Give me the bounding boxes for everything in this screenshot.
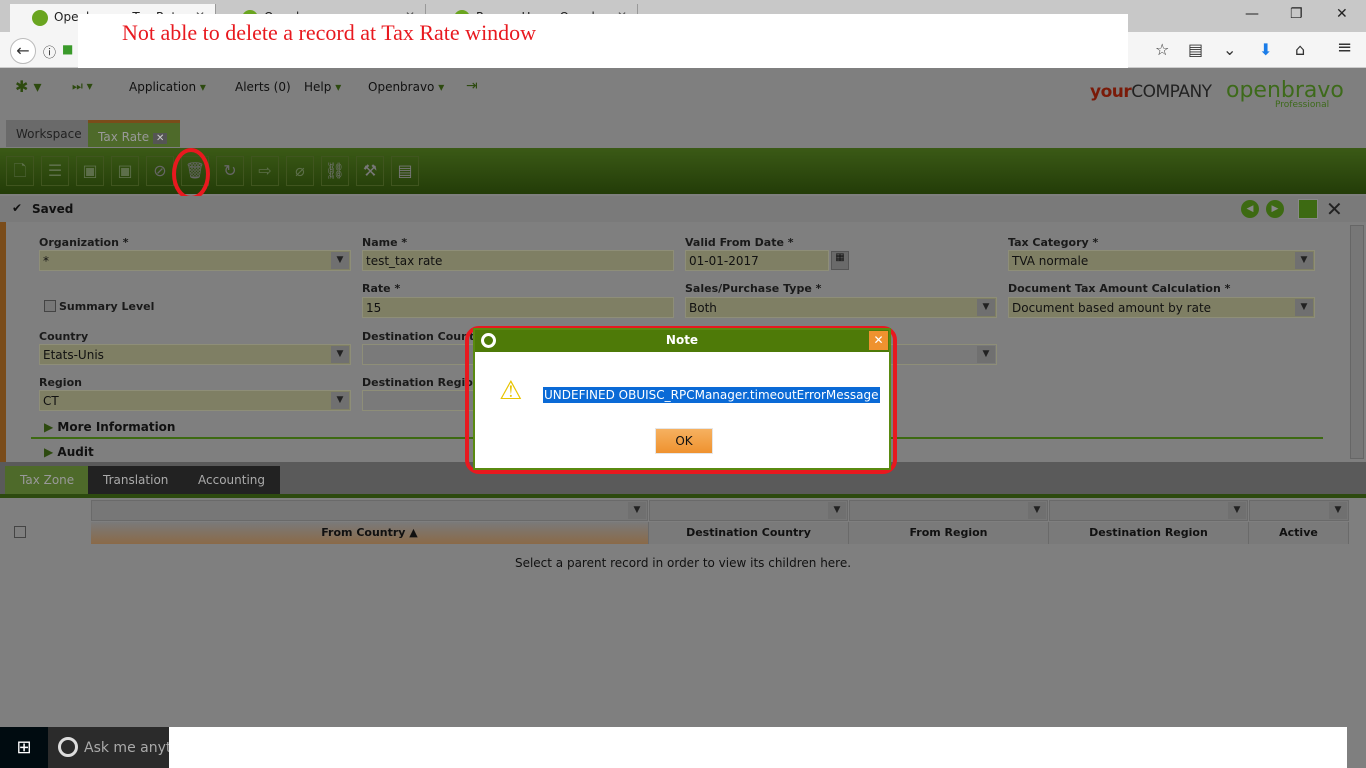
company-logo: yourCOMPANY <box>1090 82 1212 102</box>
star-icon[interactable]: ☆ <box>1155 40 1169 59</box>
select-all-checkbox[interactable] <box>14 526 26 538</box>
download-icon[interactable]: ⬇ <box>1259 40 1272 59</box>
restore-icon[interactable]: ❐ <box>1290 6 1303 22</box>
pocket-icon[interactable]: ⌄ <box>1223 40 1236 59</box>
windows-start-icon[interactable]: ⊞ <box>0 727 48 768</box>
column-active[interactable]: Active <box>1249 522 1349 544</box>
rate-label: Rate * <box>362 282 401 295</box>
organization-label: Organization * <box>39 236 129 249</box>
menu-icon[interactable]: ≡ <box>1337 37 1352 58</box>
close-dialog-icon[interactable]: ✕ <box>869 331 888 350</box>
taskbar-search[interactable]: Ask me anything <box>84 740 169 756</box>
summary-level-label: Summary Level <box>59 300 155 313</box>
tab-tax-rate[interactable]: Tax Rate ✕ <box>88 120 180 147</box>
logout-icon[interactable]: ⇥ <box>466 78 478 94</box>
tax-category-select[interactable]: TVA normale ▼ <box>1008 250 1315 271</box>
status-text: Saved <box>32 202 74 216</box>
blank-area <box>169 727 1347 768</box>
info-icon[interactable]: ⓘ <box>43 42 56 61</box>
menu-openbravo[interactable]: Openbravo ▾ <box>368 80 444 94</box>
filter-destination-region[interactable]: ▼ <box>1049 500 1248 521</box>
reading-list-icon[interactable]: ▤ <box>1188 40 1203 59</box>
next-record-icon[interactable]: ▶ <box>1266 200 1284 218</box>
filter-destination-country[interactable]: ▼ <box>649 500 848 521</box>
tab-accounting[interactable]: Accounting <box>183 466 281 494</box>
note-dialog: Note ✕ ⚠ UNDEFINED OBUISC_RPCManager.tim… <box>473 328 891 470</box>
link-icon[interactable]: ⛓ <box>321 156 349 186</box>
organization-select[interactable]: * ▼ <box>39 250 351 271</box>
sales-purchase-select[interactable]: Both ▼ <box>685 297 997 318</box>
warning-icon: ⚠ <box>499 376 523 406</box>
valid-from-input[interactable]: 01-01-2017 <box>685 250 829 271</box>
region-select[interactable]: CT ▼ <box>39 390 351 411</box>
more-information-section[interactable]: ▶ More Information <box>44 420 175 434</box>
filter-from-country[interactable]: ▼ <box>91 500 648 521</box>
undo-icon[interactable]: ⊘ <box>146 156 174 186</box>
doc-tax-calc-select[interactable]: Document based amount by rate ▼ <box>1008 297 1315 318</box>
tab-workspace[interactable]: Workspace <box>6 120 92 147</box>
close-tab-icon[interactable]: ✕ <box>152 133 168 144</box>
valid-from-label: Valid From Date * <box>685 236 794 249</box>
dest-region-label: Destination Region <box>362 376 481 389</box>
dialog-header: Note <box>475 330 889 352</box>
export-icon[interactable]: ⇨ <box>251 156 279 186</box>
check-icon: ✔ <box>12 201 23 215</box>
doc-tax-calc-label: Document Tax Amount Calculation * <box>1008 282 1231 295</box>
audit-tools-icon[interactable]: ⚒ <box>356 156 384 186</box>
rate-input[interactable]: 15 <box>362 297 674 318</box>
column-destination-country[interactable]: Destination Country <box>649 522 849 544</box>
menu-help[interactable]: Help ▾ <box>304 80 341 94</box>
sales-purchase-label: Sales/Purchase Type * <box>685 282 822 295</box>
calendar-icon[interactable]: ▦ <box>831 251 849 270</box>
back-icon[interactable]: ← <box>10 38 36 64</box>
empty-grid-message: Select a parent record in order to view … <box>514 556 852 570</box>
openbravo-edition: Professional <box>1275 100 1330 110</box>
windows-taskbar: ⊞ Ask me anything <box>0 727 169 768</box>
tab-tax-zone[interactable]: Tax Zone <box>5 466 90 494</box>
ok-button[interactable]: OK <box>655 428 713 454</box>
new-row-icon[interactable]: ☰ <box>41 156 69 186</box>
close-window-icon[interactable]: ✕ <box>1336 6 1348 22</box>
tab-translation[interactable]: Translation <box>88 466 184 494</box>
menu-alerts[interactable]: Alerts (0) <box>235 80 291 94</box>
new-record-icon[interactable]: 🗋 <box>6 156 34 186</box>
country-select[interactable]: Etats-Unis ▼ <box>39 344 351 365</box>
audit-section[interactable]: ▶ Audit <box>44 445 94 459</box>
tax-category-label: Tax Category * <box>1008 236 1099 249</box>
openbravo-favicon <box>32 10 48 26</box>
quick-create-icon[interactable]: ✱ ▾ <box>15 77 42 96</box>
country-label: Country <box>39 330 89 343</box>
home-icon[interactable]: ⌂ <box>1295 40 1305 59</box>
close-form-icon[interactable]: ✕ <box>1326 197 1343 221</box>
previous-record-icon[interactable]: ◀ <box>1241 200 1259 218</box>
summary-level-checkbox[interactable] <box>44 300 56 312</box>
minimize-icon[interactable]: — <box>1245 6 1259 22</box>
maximize-icon[interactable] <box>1298 199 1318 219</box>
name-input[interactable]: test_tax rate <box>362 250 674 271</box>
name-label: Name * <box>362 236 408 249</box>
filter-active[interactable]: ▼ <box>1249 500 1349 521</box>
column-destination-region[interactable]: Destination Region <box>1049 522 1249 544</box>
chevron-down-icon: ▼ <box>1295 252 1313 269</box>
dialog-message: UNDEFINED OBUISC_RPCManager.timeoutError… <box>543 387 880 403</box>
lock-icon: ■ <box>62 42 74 56</box>
chevron-down-icon: ▼ <box>331 252 349 269</box>
filter-from-region[interactable]: ▼ <box>849 500 1048 521</box>
save-icon[interactable]: ▣ <box>76 156 104 186</box>
layout-icon[interactable]: ▤ <box>391 156 419 186</box>
column-from-country[interactable]: From Country ▲ <box>91 522 649 544</box>
menu-application[interactable]: Application ▾ <box>129 80 206 94</box>
cortana-icon[interactable] <box>58 737 78 757</box>
region-label: Region <box>39 376 82 389</box>
save-close-icon[interactable]: ▣ <box>111 156 139 186</box>
refresh-icon[interactable]: ↻ <box>216 156 244 186</box>
form-scrollbar[interactable] <box>1350 225 1364 459</box>
status-bar: ✔ Saved ◀ ▶ ✕ <box>0 196 1366 222</box>
openbravo-icon <box>481 333 496 348</box>
column-from-region[interactable]: From Region <box>849 522 1049 544</box>
attach-icon[interactable]: ⌀ <box>286 156 314 186</box>
annotation-banner: Not able to delete a record at Tax Rate … <box>78 14 1128 68</box>
annotation-circle <box>172 148 210 200</box>
quick-launch-icon[interactable]: ⏭ ▾ <box>72 79 93 94</box>
